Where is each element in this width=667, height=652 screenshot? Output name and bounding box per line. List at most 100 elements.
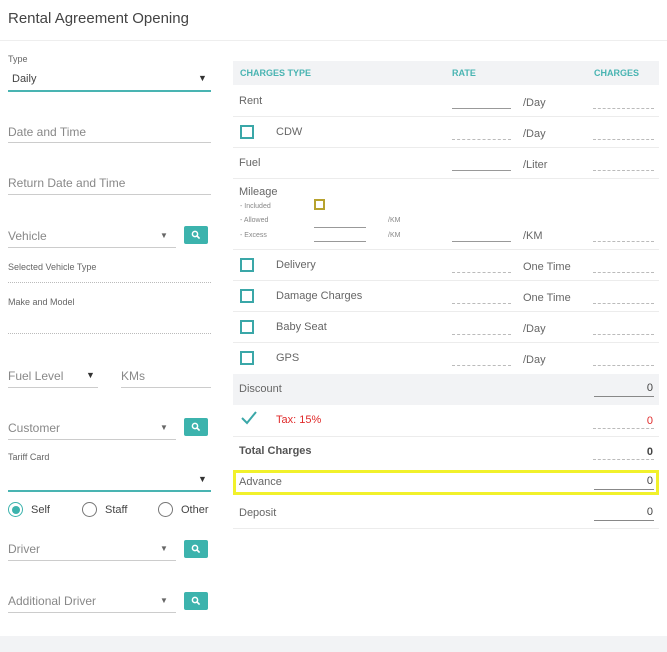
row-divider xyxy=(233,342,659,343)
customer-search-button[interactable] xyxy=(184,418,208,436)
discount-value[interactable]: 0 xyxy=(594,382,653,394)
advance-label: Advance xyxy=(239,476,282,488)
total-charges-value: 0 xyxy=(646,446,653,458)
delivery-checkbox[interactable] xyxy=(240,258,254,272)
radio-staff[interactable]: Staff xyxy=(82,502,127,517)
row-divider xyxy=(233,178,659,179)
driver-search-button[interactable] xyxy=(184,540,208,558)
mileage-label: Mileage xyxy=(239,186,278,198)
kms-field[interactable]: KMs xyxy=(121,366,211,388)
row-divider xyxy=(233,528,659,529)
discount-underline xyxy=(594,396,654,397)
tariff-card-underline xyxy=(8,490,211,492)
mileage-included-label: - Included xyxy=(240,203,271,210)
chevron-down-icon: ▼ xyxy=(160,544,168,553)
cdw-rate-input[interactable] xyxy=(452,139,511,140)
radio-self[interactable]: Self xyxy=(8,502,50,517)
row-divider xyxy=(233,249,659,250)
search-icon xyxy=(191,596,201,606)
baby-seat-checkbox[interactable] xyxy=(240,320,254,334)
tax-value: 0 xyxy=(646,415,653,427)
chevron-down-icon: ▼ xyxy=(86,370,95,380)
date-time-field[interactable]: Date and Time xyxy=(8,122,211,144)
mileage-allowed-unit: /KM xyxy=(388,217,401,224)
row-divider xyxy=(233,280,659,281)
rent-charges-input[interactable] xyxy=(593,108,654,109)
chevron-down-icon: ▼ xyxy=(160,423,168,432)
deposit-value[interactable]: 0 xyxy=(594,506,653,518)
gps-charges-input[interactable] xyxy=(593,365,654,366)
deposit-underline xyxy=(594,520,654,521)
damage-charges-label: Damage Charges xyxy=(276,290,363,302)
chevron-down-icon: ▼ xyxy=(198,474,207,484)
mileage-charges-input[interactable] xyxy=(593,241,654,242)
cdw-checkbox[interactable] xyxy=(240,125,254,139)
damage-charges-checkbox[interactable] xyxy=(240,289,254,303)
mileage-excess-unit: /KM xyxy=(388,232,401,239)
rent-rate-input[interactable] xyxy=(452,108,511,109)
mileage-included-checkbox[interactable] xyxy=(314,199,325,210)
additional-driver-search-button[interactable] xyxy=(184,592,208,610)
row-divider xyxy=(233,436,659,437)
baby-seat-charges-input[interactable] xyxy=(593,334,654,335)
damage-rate-input[interactable] xyxy=(452,303,511,304)
baby-seat-unit: /Day xyxy=(523,323,546,335)
baby-seat-label: Baby Seat xyxy=(276,321,327,333)
advance-value[interactable]: 0 xyxy=(594,475,653,487)
type-select[interactable]: Daily ▼ xyxy=(8,68,211,92)
cdw-charges-input[interactable] xyxy=(593,139,654,140)
chevron-down-icon: ▼ xyxy=(160,231,168,240)
cdw-label: CDW xyxy=(276,126,303,138)
tax-underline xyxy=(593,428,654,429)
vehicle-search-button[interactable] xyxy=(184,226,208,244)
gps-rate-input[interactable] xyxy=(452,365,511,366)
fuel-charges-input[interactable] xyxy=(593,170,654,171)
fuel-level-underline xyxy=(8,387,98,388)
row-divider xyxy=(233,116,659,117)
damage-charges-input[interactable] xyxy=(593,303,654,304)
deposit-label: Deposit xyxy=(239,507,277,519)
radio-other[interactable]: Other xyxy=(158,502,209,517)
mileage-excess-input[interactable] xyxy=(314,241,366,242)
fuel-level-label: Fuel Level xyxy=(8,369,64,383)
vehicle-underline xyxy=(8,247,176,248)
radio-other-circle xyxy=(158,502,173,517)
charges-table-header: CHARGES TYPE RATE CHARGES xyxy=(233,61,659,85)
return-date-time-field[interactable]: Return Date and Time xyxy=(8,173,211,196)
title-divider xyxy=(0,40,667,41)
delivery-charges-input[interactable] xyxy=(593,272,654,273)
delivery-rate-input[interactable] xyxy=(452,272,511,273)
kms-underline xyxy=(121,387,211,388)
date-time-underline xyxy=(8,142,211,143)
vehicle-select[interactable]: Vehicle ▼ xyxy=(8,225,176,248)
tariff-card-select[interactable]: ▼ xyxy=(8,466,211,492)
chevron-down-icon: ▼ xyxy=(198,73,207,83)
mileage-allowed-input[interactable] xyxy=(314,227,366,228)
kms-label: KMs xyxy=(121,369,145,383)
discount-label: Discount xyxy=(239,383,282,395)
baby-seat-rate-input[interactable] xyxy=(452,334,511,335)
search-icon xyxy=(191,422,201,432)
radio-staff-circle xyxy=(82,502,97,517)
additional-driver-select[interactable]: Additional Driver ▼ xyxy=(8,591,176,614)
customer-underline xyxy=(8,439,176,440)
selected-vehicle-type-line xyxy=(8,282,211,283)
mileage-allowed-label: - Allowed xyxy=(240,217,269,224)
header-charges-type: CHARGES TYPE xyxy=(240,68,312,78)
header-charges: CHARGES xyxy=(594,68,640,78)
gps-label: GPS xyxy=(276,352,300,364)
tax-check-icon[interactable] xyxy=(240,410,258,431)
customer-select[interactable]: Customer ▼ xyxy=(8,417,176,440)
radio-self-label: Self xyxy=(31,503,50,516)
make-model-line xyxy=(8,333,211,334)
footer-bar xyxy=(0,636,667,652)
rent-unit: /Day xyxy=(523,97,546,109)
driver-label: Driver xyxy=(8,542,40,556)
mileage-rate-input[interactable] xyxy=(452,241,511,242)
gps-checkbox[interactable] xyxy=(240,351,254,365)
fuel-rate-input[interactable] xyxy=(452,170,511,171)
fuel-unit: /Liter xyxy=(523,159,548,171)
driver-select[interactable]: Driver ▼ xyxy=(8,539,176,562)
search-icon xyxy=(191,230,201,240)
fuel-level-select[interactable]: Fuel Level ▼ xyxy=(8,366,98,388)
